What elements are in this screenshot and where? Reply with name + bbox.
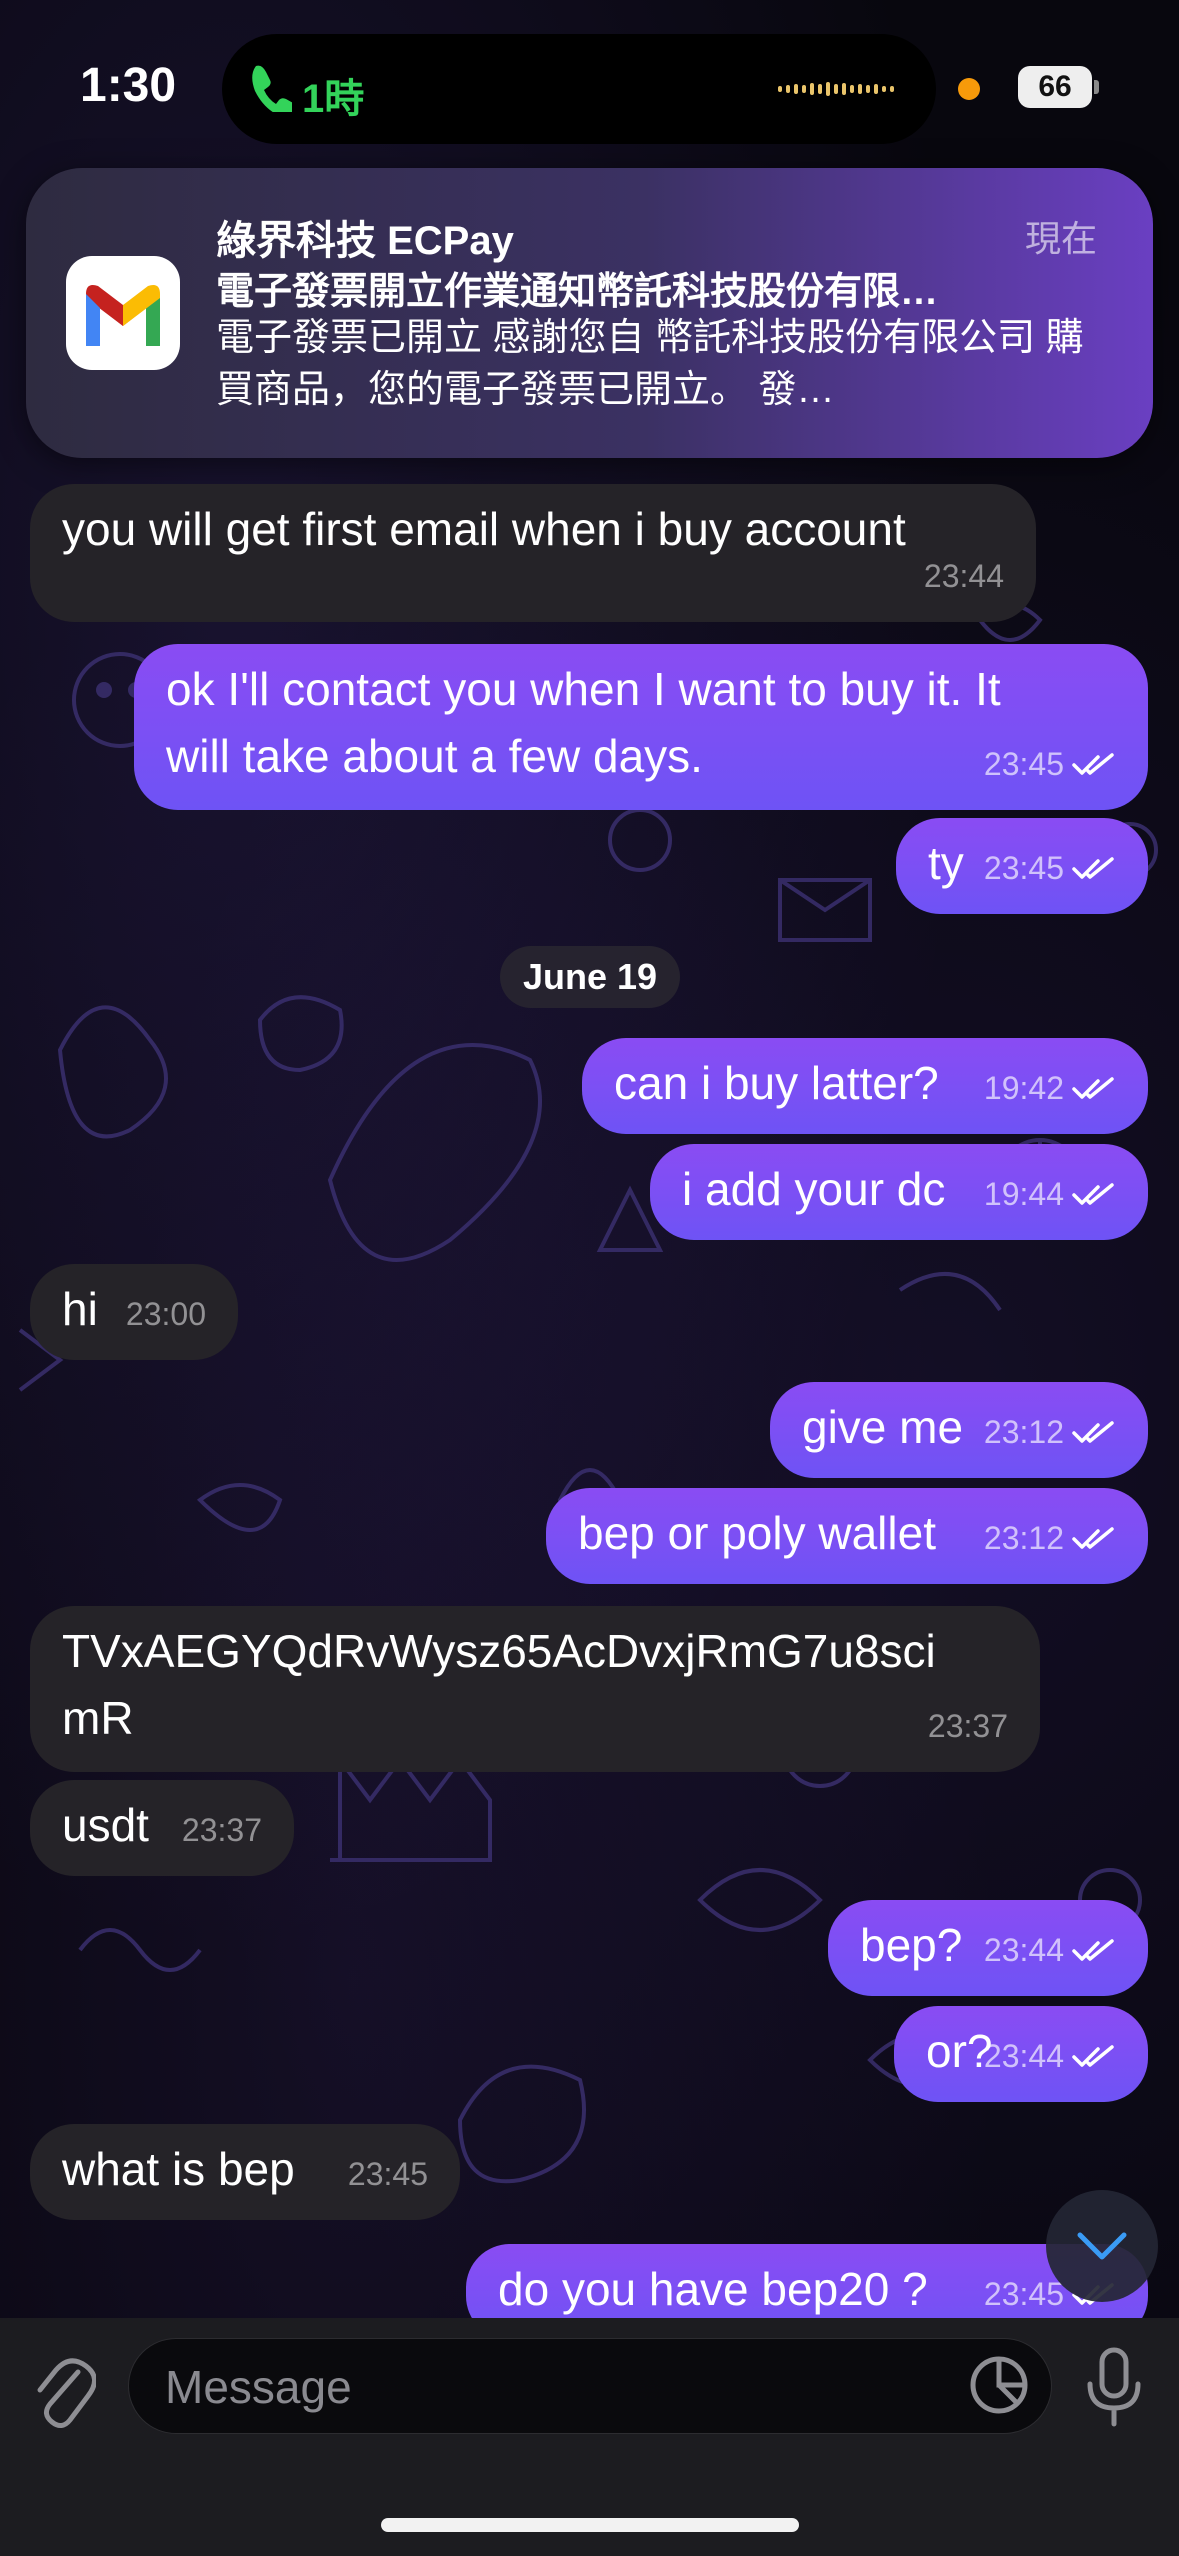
privacy-indicator-dot — [958, 78, 980, 100]
home-indicator — [381, 2518, 799, 2532]
read-receipt-icon — [1072, 2044, 1114, 2067]
message-time: 23:44 — [984, 1917, 1116, 1984]
paperclip-icon — [37, 2358, 97, 2428]
message-outgoing[interactable]: bep? 23:44 — [828, 1900, 1148, 1996]
read-receipt-icon — [1072, 856, 1114, 879]
message-time: 19:42 — [984, 1055, 1116, 1122]
microphone-icon — [1087, 2347, 1141, 2427]
message-outgoing[interactable]: can i buy latter? 19:42 — [582, 1038, 1148, 1134]
notification-body: 電子發票已開立 感謝您自 幣託科技股份有限公司 購買商品，您的電子發票已開立。 … — [216, 317, 1084, 411]
message-incoming[interactable]: TVxAEGYQdRvWysz65AcDvxjRmG7u8sci mR 23:3… — [30, 1606, 1040, 1772]
notification-sender: 綠界科技 ECPay — [216, 219, 514, 263]
message-incoming[interactable]: usdt 23:37 — [30, 1780, 294, 1876]
read-receipt-icon — [1072, 752, 1114, 775]
message-time: 23:45 — [984, 731, 1116, 798]
message-outgoing[interactable]: give me 23:12 — [770, 1382, 1148, 1478]
dynamic-island-call[interactable]: 1時 — [222, 34, 936, 144]
message-time: 23:00 — [125, 1296, 206, 1332]
read-receipt-icon — [1072, 1526, 1114, 1549]
message-incoming[interactable]: you will get first email when i buy acco… — [30, 484, 1036, 622]
notification-time: 現在 — [1024, 218, 1097, 259]
read-receipt-icon — [1072, 1076, 1114, 1099]
message-time: 19:44 — [984, 1161, 1116, 1228]
attach-button[interactable] — [32, 2352, 97, 2437]
audio-waveform-icon — [778, 74, 898, 109]
read-receipt-icon — [1072, 1938, 1114, 1961]
message-text: ok I'll contact you when I want to buy i… — [166, 663, 1001, 782]
message-outgoing[interactable]: i add your dc 19:44 — [650, 1144, 1148, 1240]
message-incoming[interactable]: what is bep 23:45 — [30, 2124, 460, 2220]
scroll-to-bottom-button[interactable] — [1046, 2190, 1158, 2302]
message-time: 23:12 — [984, 1399, 1116, 1466]
message-time: 23:45 — [984, 835, 1116, 902]
battery-indicator: 66 — [1018, 66, 1092, 108]
gmail-icon — [66, 256, 180, 370]
notification-banner[interactable]: 綠界科技 ECPay 現在 電子發票開立作業通知幣託科技股份有限… 電子發票已開… — [26, 168, 1153, 458]
message-time: 23:37 — [181, 1812, 262, 1848]
message-input[interactable] — [165, 2339, 945, 2435]
microphone-button[interactable] — [1086, 2346, 1142, 2435]
message-field[interactable] — [128, 2338, 1052, 2435]
message-time: 23:45 — [347, 2156, 428, 2192]
message-time: 23:44 — [923, 558, 1004, 594]
read-receipt-icon — [1072, 1182, 1114, 1205]
sticker-button[interactable] — [968, 2354, 1030, 2421]
chevron-down-icon — [1077, 2232, 1127, 2260]
date-separator: June 19 — [500, 946, 680, 1008]
message-incoming[interactable]: hi 23:00 — [30, 1264, 238, 1360]
message-outgoing[interactable]: bep or poly wallet 23:12 — [546, 1488, 1148, 1584]
battery-tip — [1094, 80, 1099, 94]
message-time: 23:12 — [984, 1505, 1116, 1572]
message-outgoing[interactable]: ty 23:45 — [896, 818, 1148, 914]
message-time: 23:37 — [927, 1708, 1008, 1744]
message-outgoing[interactable]: ok I'll contact you when I want to buy i… — [134, 644, 1148, 810]
read-receipt-icon — [1072, 1420, 1114, 1443]
call-duration: 1時 — [302, 77, 365, 121]
phone-icon — [248, 62, 297, 118]
status-time: 1:30 — [80, 59, 177, 112]
message-outgoing[interactable]: or? 23:44 — [894, 2006, 1148, 2102]
message-text: TVxAEGYQdRvWysz65AcDvxjRmG7u8sci mR — [62, 1625, 936, 1744]
notification-subject: 電子發票開立作業通知幣託科技股份有限… — [216, 271, 939, 313]
message-time: 23:44 — [984, 2023, 1116, 2090]
sticker-icon — [970, 2356, 1028, 2414]
message-text: you will get first email when i buy acco… — [62, 503, 906, 555]
